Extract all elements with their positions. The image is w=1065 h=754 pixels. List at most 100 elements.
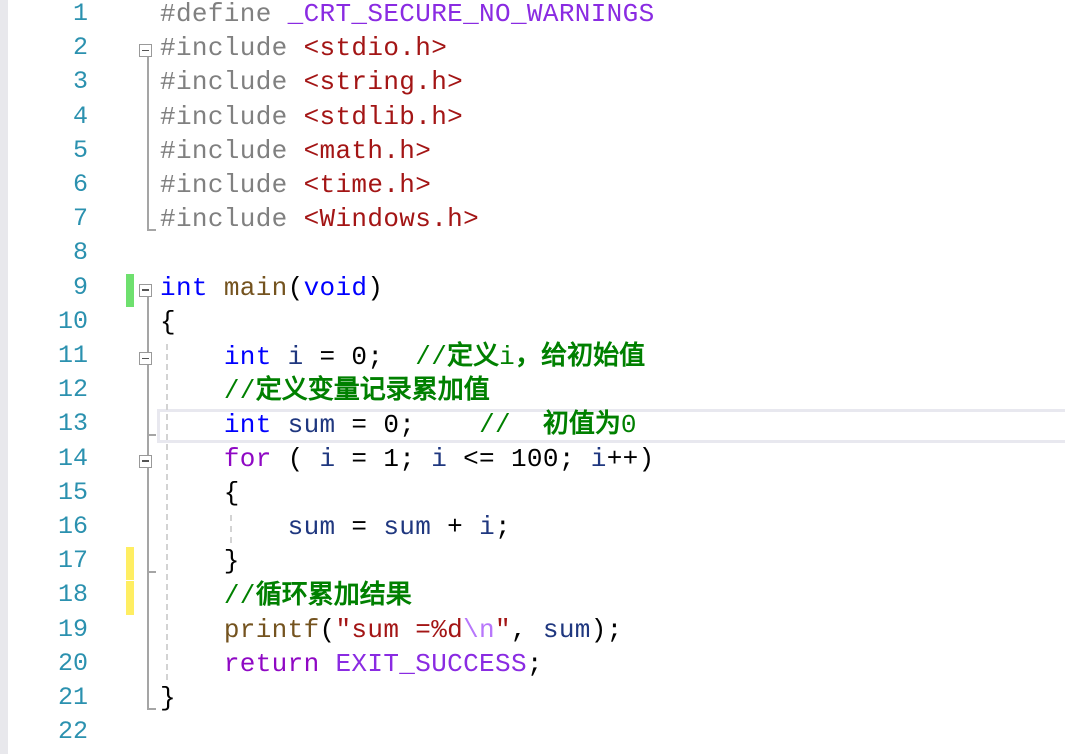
token-punc xyxy=(208,273,224,303)
line-number: 18 xyxy=(57,580,88,610)
code-text: int sum = 0; // 初值为0 xyxy=(160,407,637,442)
change-marker-unsaved xyxy=(126,547,134,581)
token-punc: ( xyxy=(319,614,336,645)
code-text: #include <string.h> xyxy=(160,65,463,99)
code-line[interactable]: 16 sum = sum + i; xyxy=(0,510,1065,544)
token-cmtcjk: 循环累加结果 xyxy=(255,580,412,611)
code-line[interactable]: 1 #define _CRT_SECURE_NO_WARNINGS xyxy=(0,0,1065,31)
code-line[interactable]: 10 { xyxy=(0,305,1065,339)
collapse-toggle-icon[interactable] xyxy=(139,283,152,297)
token-cmtcjk: 定义 xyxy=(447,341,500,371)
token-hdr: <string.h> xyxy=(303,67,464,98)
token-punc xyxy=(160,615,224,645)
token-hdr: <stdlib.h> xyxy=(303,101,464,132)
line-number: 7 xyxy=(72,204,88,234)
code-line[interactable]: 8 xyxy=(0,236,1065,270)
token-pp: #define xyxy=(160,0,288,29)
token-punc xyxy=(160,342,224,372)
code-text: printf("sum =%d\n", sum); xyxy=(160,613,623,647)
code-line[interactable]: 15 { xyxy=(0,476,1065,510)
code-text: //定义变量记录累加值 xyxy=(160,373,490,408)
collapse-toggle-icon[interactable] xyxy=(139,454,152,468)
token-punc: + xyxy=(431,512,480,542)
fold-region-end xyxy=(147,229,156,232)
token-cmt: // xyxy=(223,376,256,407)
token-punc xyxy=(160,376,224,406)
token-cmtcjk: 初值为 xyxy=(542,409,621,440)
code-line[interactable]: 12 //定义变量记录累加值 xyxy=(0,373,1065,407)
line-number: 15 xyxy=(57,477,88,507)
token-cmt: // xyxy=(415,342,448,372)
code-text: return EXIT_SUCCESS; xyxy=(160,647,543,681)
token-punc: ; xyxy=(495,512,511,542)
token-macro: _CRT_SECURE_NO_WARNINGS xyxy=(287,0,655,29)
token-punc: } xyxy=(160,683,176,713)
code-line[interactable]: 13 int sum = 0; // 初值为0 xyxy=(0,407,1065,441)
token-punc: { xyxy=(160,306,176,337)
token-ctrl: for xyxy=(223,443,272,474)
fold-region-line xyxy=(147,365,149,435)
line-number: 21 xyxy=(57,683,88,712)
code-text: int i = 0; //定义i，给初始值 xyxy=(160,339,645,374)
line-number: 10 xyxy=(57,306,88,336)
code-line[interactable]: 18 //循环累加结果 xyxy=(0,578,1065,612)
line-number: 5 xyxy=(72,135,88,165)
token-punc: <= 100; xyxy=(447,443,591,474)
token-cmt: // xyxy=(223,581,256,612)
token-cmtcjk: 定义变量记录累加值 xyxy=(255,375,490,406)
code-line[interactable]: 5 #include <math.h> xyxy=(0,134,1065,168)
code-line[interactable]: 17 } xyxy=(0,544,1065,578)
line-number: 17 xyxy=(57,546,88,576)
code-text: for ( i = 1; i <= 100; i++) xyxy=(160,442,655,476)
line-number: 9 xyxy=(72,272,88,302)
line-number: 8 xyxy=(72,238,88,268)
code-text: { xyxy=(160,305,176,339)
change-marker-unsaved xyxy=(126,581,134,615)
token-punc xyxy=(160,581,224,611)
fold-region-line xyxy=(147,467,149,572)
line-number: 6 xyxy=(72,170,88,199)
line-number: 16 xyxy=(57,512,88,541)
code-line[interactable]: 21} xyxy=(0,681,1065,715)
code-line[interactable]: 14 for ( i = 1; i <= 100; i++) xyxy=(0,442,1065,476)
collapse-toggle-icon[interactable] xyxy=(139,352,152,365)
token-hdr: <time.h> xyxy=(303,170,432,200)
line-number: 12 xyxy=(57,375,88,405)
token-punc: = 1; xyxy=(335,443,432,474)
code-line[interactable]: 7 #include <Windows.h> xyxy=(0,202,1065,236)
indent-guide xyxy=(166,344,168,680)
token-var: i xyxy=(479,512,496,542)
token-punc: ; xyxy=(526,648,543,679)
token-var: sum xyxy=(542,614,591,645)
token-hdr: <Windows.h> xyxy=(303,204,480,235)
code-text: #include <stdio.h> xyxy=(160,31,447,65)
token-kw: void xyxy=(303,272,368,303)
code-editor[interactable]: 1 #define _CRT_SECURE_NO_WARNINGS 2 #includ… xyxy=(0,0,1065,754)
token-punc: , xyxy=(510,614,543,645)
code-line[interactable]: 4 #include <stdlib.h> xyxy=(0,100,1065,134)
line-number: 3 xyxy=(72,67,88,97)
token-pp: #include xyxy=(160,67,304,98)
token-var: i xyxy=(319,443,336,474)
code-line[interactable]: 3 #include <string.h> xyxy=(0,65,1065,99)
code-line[interactable]: 11 int i = 0; //定义i，给初始值 xyxy=(0,339,1065,373)
code-line[interactable]: 20 return EXIT_SUCCESS; xyxy=(0,647,1065,681)
fold-region-end xyxy=(147,434,156,437)
code-line[interactable]: 2 #include <stdio.h> xyxy=(0,31,1065,65)
code-line[interactable]: 19 printf("sum =%d\n", sum); xyxy=(0,613,1065,647)
code-line[interactable]: 6 #include <time.h> xyxy=(0,168,1065,202)
token-punc: = 0; xyxy=(303,342,416,372)
token-punc: ++) xyxy=(606,443,655,474)
collapse-toggle-icon[interactable] xyxy=(139,44,152,58)
token-str: " xyxy=(495,614,511,645)
token-pp: #include xyxy=(160,135,304,166)
code-line[interactable]: 9 int main(void) xyxy=(0,271,1065,305)
token-var: i xyxy=(590,443,607,474)
token-pp: #include xyxy=(160,101,304,132)
code-line[interactable]: 22 xyxy=(0,715,1065,749)
code-text: #include <math.h> xyxy=(160,134,431,168)
token-punc xyxy=(272,342,288,372)
token-pp: #include xyxy=(160,204,304,235)
code-text: sum = sum + i; xyxy=(160,510,511,544)
token-punc: = xyxy=(335,512,384,542)
